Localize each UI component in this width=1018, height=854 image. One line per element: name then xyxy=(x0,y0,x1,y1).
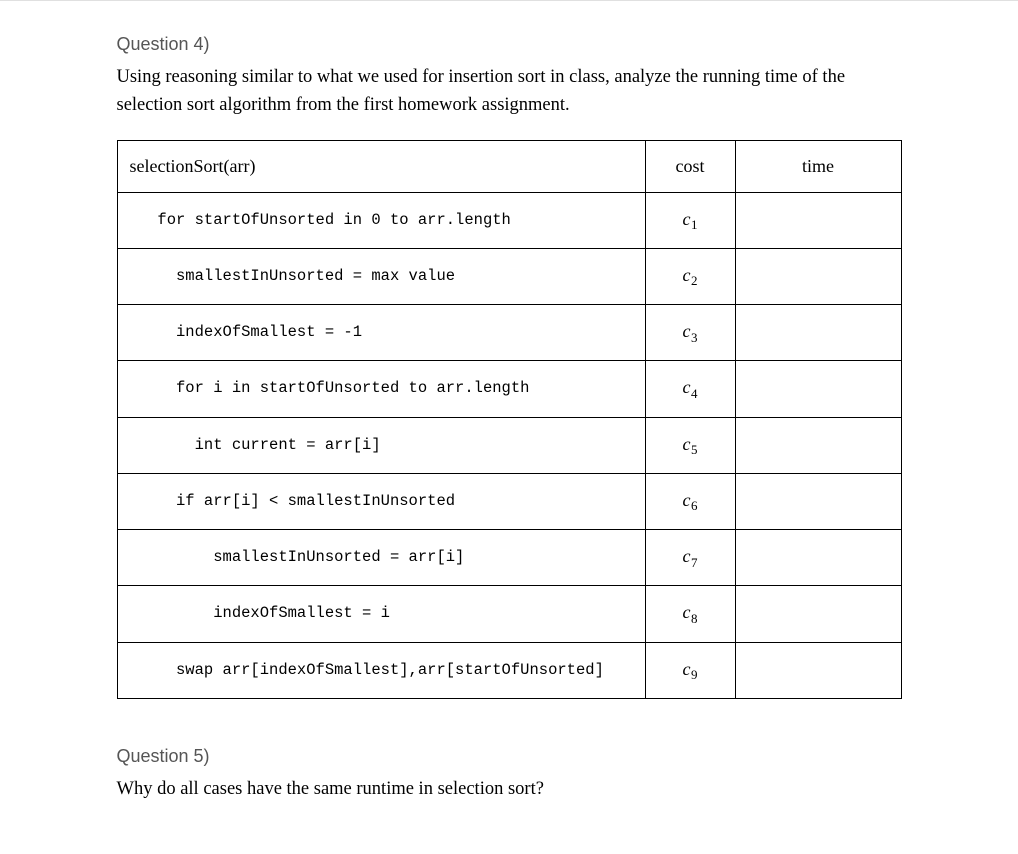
code-cell: indexOfSmallest = i xyxy=(117,586,645,642)
table-row: smallestInUnsorted = arr[i] c7 xyxy=(117,530,901,586)
question-4-text: Using reasoning similar to what we used … xyxy=(117,64,902,120)
cost-cell: c9 xyxy=(645,642,735,698)
question-5-label: Question 5) xyxy=(117,743,902,770)
table-header-row: selectionSort(arr) cost time xyxy=(117,140,901,192)
time-cell xyxy=(735,586,901,642)
table-row: indexOfSmallest = -1 c3 xyxy=(117,305,901,361)
analysis-table-body: for startOfUnsorted in 0 to arr.length c… xyxy=(117,192,901,698)
code-cell: smallestInUnsorted = max value xyxy=(117,248,645,304)
table-row: for startOfUnsorted in 0 to arr.length c… xyxy=(117,192,901,248)
table-row: if arr[i] < smallestInUnsorted c6 xyxy=(117,473,901,529)
cost-cell: c7 xyxy=(645,530,735,586)
code-cell: for i in startOfUnsorted to arr.length xyxy=(117,361,645,417)
analysis-table: selectionSort(arr) cost time for startOf… xyxy=(117,140,902,699)
cost-cell: c5 xyxy=(645,417,735,473)
header-time: time xyxy=(735,140,901,192)
document-container: Question 4) Using reasoning similar to w… xyxy=(107,31,912,804)
cost-cell: c8 xyxy=(645,586,735,642)
time-cell xyxy=(735,473,901,529)
cost-cell: c6 xyxy=(645,473,735,529)
table-row: int current = arr[i] c5 xyxy=(117,417,901,473)
header-cost: cost xyxy=(645,140,735,192)
cost-cell: c3 xyxy=(645,305,735,361)
question-5-text: Why do all cases have the same runtime i… xyxy=(117,776,902,804)
time-cell xyxy=(735,530,901,586)
code-cell: for startOfUnsorted in 0 to arr.length xyxy=(117,192,645,248)
table-row: for i in startOfUnsorted to arr.length c… xyxy=(117,361,901,417)
time-cell xyxy=(735,248,901,304)
code-cell: int current = arr[i] xyxy=(117,417,645,473)
time-cell xyxy=(735,305,901,361)
cost-cell: c4 xyxy=(645,361,735,417)
header-algorithm: selectionSort(arr) xyxy=(117,140,645,192)
table-row: smallestInUnsorted = max value c2 xyxy=(117,248,901,304)
table-row: swap arr[indexOfSmallest],arr[startOfUns… xyxy=(117,642,901,698)
question-4-label: Question 4) xyxy=(117,31,902,58)
code-cell: indexOfSmallest = -1 xyxy=(117,305,645,361)
code-cell: if arr[i] < smallestInUnsorted xyxy=(117,473,645,529)
time-cell xyxy=(735,361,901,417)
code-cell: swap arr[indexOfSmallest],arr[startOfUns… xyxy=(117,642,645,698)
time-cell xyxy=(735,417,901,473)
cost-cell: c2 xyxy=(645,248,735,304)
cost-cell: c1 xyxy=(645,192,735,248)
table-row: indexOfSmallest = i c8 xyxy=(117,586,901,642)
time-cell xyxy=(735,192,901,248)
time-cell xyxy=(735,642,901,698)
code-cell: smallestInUnsorted = arr[i] xyxy=(117,530,645,586)
